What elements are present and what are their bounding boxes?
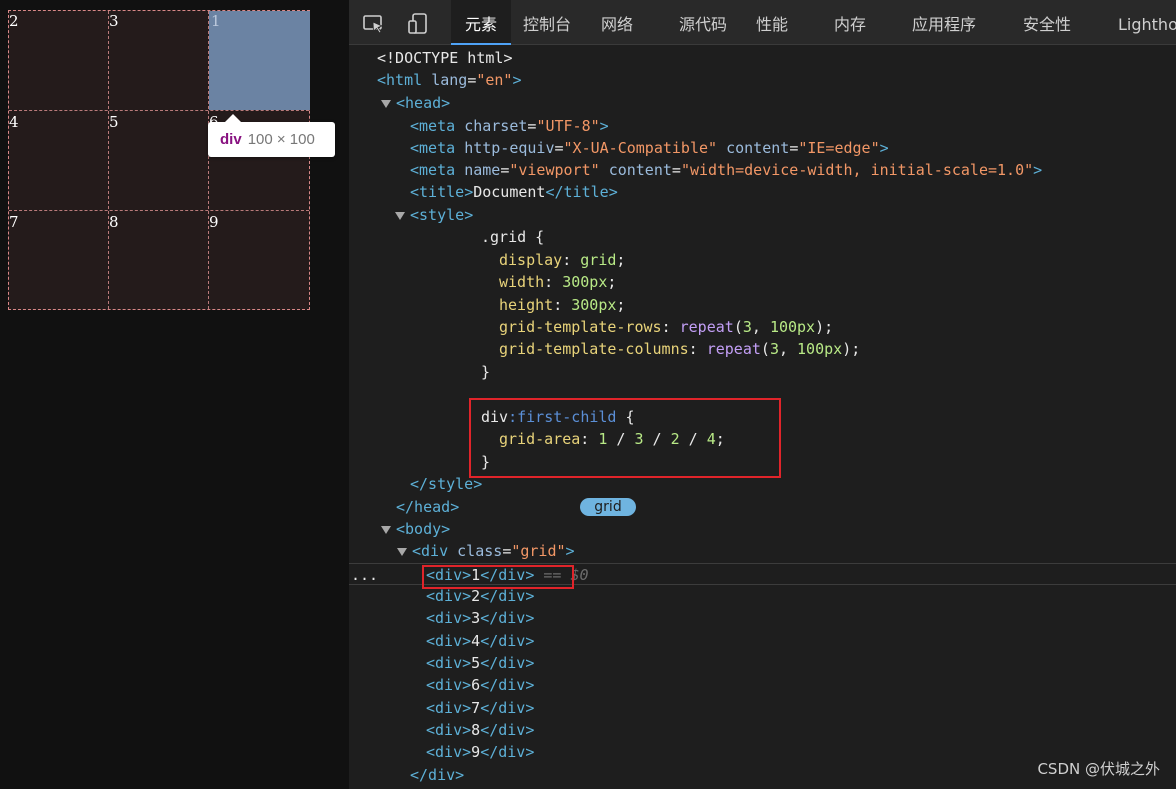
- dom-node-text: display: grid;: [499, 251, 626, 269]
- dom-node-text: grid-template-rows: repeat(3, 100px);: [499, 318, 834, 336]
- dom-node-text: <meta name="viewport" content="width=dev…: [410, 161, 1043, 179]
- dom-node-text: <div>6</div>: [426, 676, 535, 694]
- dom-node-line[interactable]: </head>: [349, 496, 1176, 518]
- dom-node-line[interactable]: <title>Document</title>: [349, 181, 1176, 203]
- tab-console[interactable]: 控制台: [523, 0, 571, 45]
- dom-node-text: <meta http-equiv="X-UA-Compatible" conte…: [410, 139, 889, 157]
- dom-node-line[interactable]: <meta http-equiv="X-UA-Compatible" conte…: [349, 137, 1176, 159]
- device-toolbar-icon[interactable]: [406, 12, 430, 36]
- dom-node-text: <html lang="en">: [377, 71, 522, 89]
- dom-node-line[interactable]: <body>: [349, 518, 1176, 540]
- dom-node-text: </div>: [410, 766, 465, 784]
- dom-node-line[interactable]: <meta name="viewport" content="width=dev…: [349, 159, 1176, 181]
- dom-node-line[interactable]: height: 300px;: [349, 294, 1176, 316]
- grid-line: [9, 210, 309, 211]
- dom-node-line[interactable]: display: grid;: [349, 249, 1176, 271]
- watermark: CSDN @伏城之外: [1037, 760, 1160, 778]
- inspect-element-icon[interactable]: [362, 12, 386, 36]
- expand-triangle-icon[interactable]: [395, 212, 405, 220]
- expand-triangle-icon[interactable]: [397, 548, 407, 556]
- grid-badge[interactable]: grid: [580, 498, 636, 516]
- dom-node-text: <style>: [410, 206, 474, 224]
- dom-node-text: <div>8</div>: [426, 721, 535, 739]
- dom-node-text: width: 300px;: [499, 273, 617, 291]
- devtools-toolbar: 元素 控制台 网络 源代码 性能 内存 应用程序 安全性 Lighthouse: [349, 0, 1176, 45]
- dom-node-line[interactable]: }: [349, 361, 1176, 383]
- dom-node-text: <div class="grid">: [412, 542, 575, 560]
- grid-item[interactable]: 9: [209, 212, 219, 232]
- dom-node-text: <div>5</div>: [426, 654, 535, 672]
- dom-node-line[interactable]: <!DOCTYPE html>: [349, 47, 1176, 69]
- page-viewport[interactable]: 1 2 3 4 5 6 7 8 9 div 100 × 100: [0, 0, 349, 789]
- tab-performance[interactable]: 性能: [756, 0, 788, 45]
- tab-security[interactable]: 安全性: [1023, 0, 1071, 45]
- grid-container: 1 2 3 4 5 6 7 8 9: [8, 10, 310, 310]
- dom-node-text: grid-template-columns: repeat(3, 100px);: [499, 340, 861, 358]
- tab-sources[interactable]: 源代码: [679, 0, 727, 45]
- dom-node-line[interactable]: <div>5</div>: [349, 652, 1176, 674]
- expand-triangle-icon[interactable]: [381, 526, 391, 534]
- grid-item[interactable]: 7: [9, 212, 19, 232]
- expand-triangle-icon[interactable]: [381, 100, 391, 108]
- grid-item[interactable]: 8: [109, 212, 119, 232]
- dom-node-text: <div>3</div>: [426, 609, 535, 627]
- grid-item[interactable]: 4: [9, 112, 19, 132]
- tab-elements[interactable]: 元素: [451, 0, 511, 45]
- dom-node-text: <div>9</div>: [426, 743, 535, 761]
- dom-node-line[interactable]: <style>: [349, 204, 1176, 226]
- inspect-tooltip: div 100 × 100: [208, 114, 335, 157]
- dom-node-line[interactable]: <div>4</div>: [349, 630, 1176, 652]
- dom-node-line[interactable]: grid-template-rows: repeat(3, 100px);: [349, 316, 1176, 338]
- more-options-icon[interactable]: ...: [351, 564, 378, 586]
- tooltip-size: 100 × 100: [247, 131, 315, 148]
- dom-node-line[interactable]: <html lang="en">: [349, 69, 1176, 91]
- dom-node-line[interactable]: <meta charset="UTF-8">: [349, 115, 1176, 137]
- dom-node-text: <title>Document</title>: [410, 183, 618, 201]
- dom-node-text: height: 300px;: [499, 296, 626, 314]
- highlight-box-css-rule: [469, 398, 781, 478]
- highlight-box-selected-node: [422, 565, 574, 589]
- tab-lighthouse[interactable]: Lighthouse: [1118, 0, 1176, 45]
- dom-node-line[interactable]: .grid {: [349, 226, 1176, 248]
- dom-node-text: <body>: [396, 520, 451, 538]
- dom-node-line[interactable]: <div>7</div>: [349, 697, 1176, 719]
- dom-node-text: <head>: [396, 94, 451, 112]
- dom-node-text: <div>4</div>: [426, 632, 535, 650]
- dom-node-text: <meta charset="UTF-8">: [410, 117, 609, 135]
- dom-node-text: <div>7</div>: [426, 699, 535, 717]
- grid-item[interactable]: 5: [109, 112, 119, 132]
- dom-node-line[interactable]: <div class="grid">: [349, 540, 1176, 562]
- dom-node-line[interactable]: grid-template-columns: repeat(3, 100px);: [349, 338, 1176, 360]
- tab-network[interactable]: 网络: [601, 0, 633, 45]
- grid-item[interactable]: 2: [9, 11, 19, 31]
- dom-node-text: </head>: [396, 498, 460, 516]
- dom-node-line[interactable]: <div>6</div>: [349, 674, 1176, 696]
- grid-item-highlighted[interactable]: 1: [209, 11, 310, 110]
- dom-node-text: }: [481, 363, 491, 381]
- dom-node-line[interactable]: width: 300px;: [349, 271, 1176, 293]
- tooltip-tag: div: [220, 131, 242, 148]
- tab-memory[interactable]: 内存: [834, 0, 866, 45]
- grid-line: [9, 110, 309, 111]
- dom-node-text: .grid {: [481, 228, 545, 246]
- grid-item[interactable]: 3: [109, 11, 119, 31]
- dom-node-text: <!DOCTYPE html>: [377, 49, 513, 67]
- dom-node-line[interactable]: <div>8</div>: [349, 719, 1176, 741]
- devtools-panel: 元素 控制台 网络 源代码 性能 内存 应用程序 安全性 Lighthouse …: [349, 0, 1176, 789]
- tab-application[interactable]: 应用程序: [912, 0, 976, 45]
- grid-line: [108, 11, 109, 309]
- dom-node-line[interactable]: <div>3</div>: [349, 607, 1176, 629]
- dom-node-line[interactable]: <head>: [349, 92, 1176, 114]
